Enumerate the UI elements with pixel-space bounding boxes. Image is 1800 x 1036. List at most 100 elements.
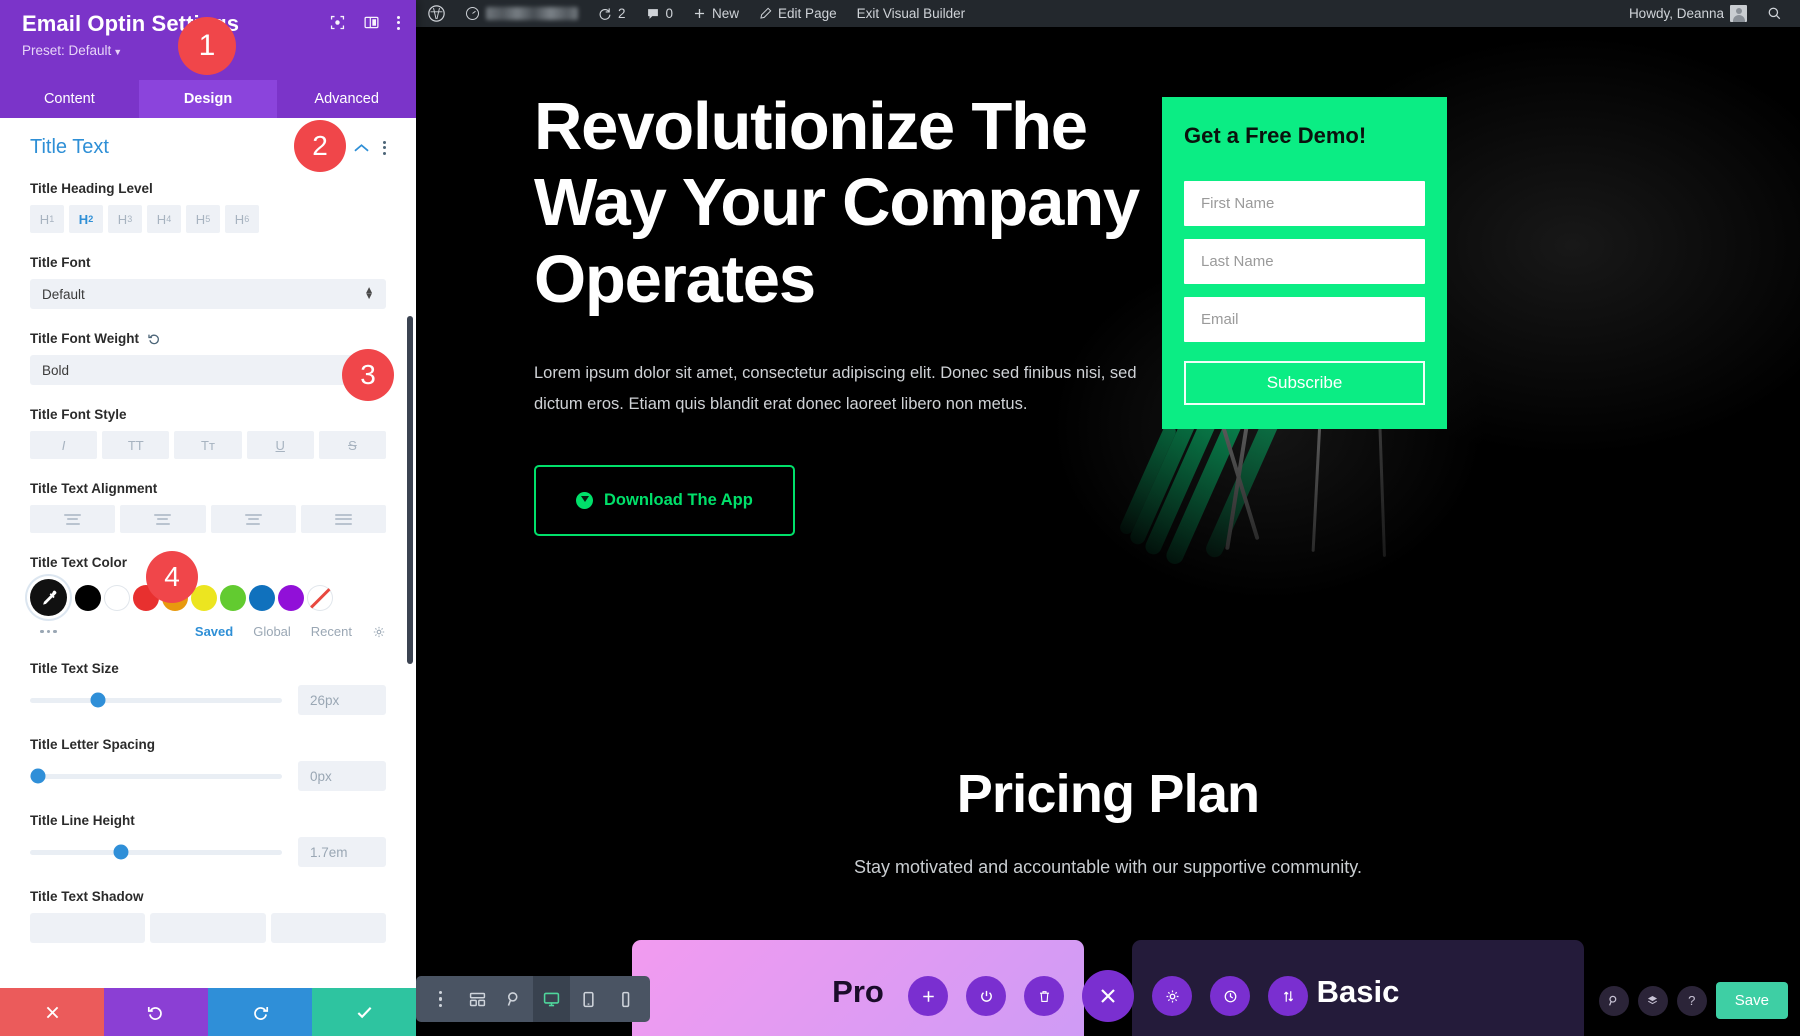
tab-content[interactable]: Content	[0, 80, 139, 118]
slider-thumb[interactable]	[30, 768, 46, 784]
toggle-power-button[interactable]	[966, 976, 1006, 1016]
save-page-button[interactable]: Save	[1715, 982, 1788, 1019]
undo-arrow-icon[interactable]	[148, 332, 161, 345]
builder-kebab-icon[interactable]	[422, 976, 459, 1022]
portability-button[interactable]	[1268, 976, 1308, 1016]
font-style-capitalize[interactable]: Tᴛ	[174, 431, 242, 459]
field-title-font-style: Title Font Style I TT Tᴛ U S	[30, 407, 387, 459]
heading-level-h6[interactable]: H6	[225, 205, 259, 233]
gear-icon[interactable]	[372, 625, 386, 639]
tab-advanced[interactable]: Advanced	[277, 80, 416, 118]
align-left-icon[interactable]	[30, 505, 116, 533]
color-swatch-row	[30, 579, 386, 616]
font-style-group: I TT Tᴛ U S	[30, 431, 387, 459]
redo-button[interactable]	[208, 988, 312, 1036]
layers-button[interactable]	[1637, 985, 1668, 1016]
font-style-uppercase[interactable]: TT	[102, 431, 170, 459]
align-center-icon[interactable]	[120, 505, 206, 533]
panel-scrollbar[interactable]	[407, 316, 413, 664]
delete-button[interactable]	[1024, 976, 1064, 1016]
download-app-button[interactable]: Download The App	[534, 465, 795, 537]
font-style-strikethrough[interactable]: S	[318, 431, 387, 459]
edit-page-item[interactable]: Edit Page	[749, 0, 847, 27]
settings-tabs: Content Design Advanced	[0, 80, 416, 118]
add-module-button[interactable]	[908, 976, 948, 1016]
field-label: Title Letter Spacing	[30, 737, 156, 752]
settings-panel-footer	[0, 988, 416, 1036]
focus-target-icon[interactable]	[329, 14, 346, 31]
line-height-value[interactable]: 1.7em	[298, 837, 386, 867]
site-name-item[interactable]	[455, 0, 588, 27]
zoom-view-icon[interactable]	[496, 976, 533, 1022]
align-right-icon[interactable]	[210, 505, 296, 533]
text-size-value[interactable]: 26px	[298, 685, 386, 715]
close-builder-button[interactable]	[1082, 970, 1134, 1022]
font-style-italic[interactable]: I	[30, 431, 98, 459]
settings-button[interactable]	[1152, 976, 1192, 1016]
site-name-label	[486, 7, 578, 20]
heading-level-h5[interactable]: H5	[186, 205, 220, 233]
swatch-transparent[interactable]	[307, 584, 333, 611]
comments-count: 0	[665, 6, 674, 21]
undo-button[interactable]	[104, 988, 208, 1036]
heading-level-h1[interactable]: H1	[30, 205, 64, 233]
title-font-select[interactable]: Default ▲ ▼	[30, 279, 386, 309]
save-button[interactable]	[312, 988, 416, 1036]
layout-columns-icon[interactable]	[363, 14, 380, 31]
comments-item[interactable]: 0	[636, 0, 684, 27]
help-button[interactable]: ?	[1676, 985, 1707, 1016]
phone-view-icon[interactable]	[607, 976, 644, 1022]
field-title-heading-level: Title Heading Level H1 H2 H3 H4 H5 H6	[30, 181, 386, 233]
exit-visual-builder-item[interactable]: Exit Visual Builder	[847, 0, 976, 27]
section-kebab-icon[interactable]	[383, 140, 386, 155]
palette-tab-saved[interactable]: Saved	[195, 624, 233, 639]
text-shadow-preset[interactable]	[30, 913, 146, 943]
font-style-underline[interactable]: U	[246, 431, 314, 459]
divi-center-tools	[908, 970, 1308, 1022]
swatch-purple[interactable]	[278, 584, 304, 611]
eyedropper-icon[interactable]	[30, 579, 67, 616]
last-name-input[interactable]	[1184, 239, 1425, 284]
tablet-view-icon[interactable]	[570, 976, 607, 1022]
swatch-white[interactable]	[104, 584, 130, 611]
text-size-slider[interactable]	[30, 692, 282, 708]
heading-level-h2[interactable]: H2	[69, 205, 103, 233]
swatch-black[interactable]	[75, 584, 101, 611]
text-shadow-preset[interactable]	[150, 913, 266, 943]
exit-builder-label: Exit Visual Builder	[856, 6, 966, 21]
swatch-green[interactable]	[220, 584, 246, 611]
search-icon[interactable]	[1757, 0, 1792, 27]
updates-item[interactable]: 2	[588, 0, 636, 27]
align-justify-icon[interactable]	[300, 505, 386, 533]
wireframe-view-icon[interactable]	[459, 976, 496, 1022]
letter-spacing-slider[interactable]	[30, 768, 282, 784]
subscribe-button[interactable]: Subscribe	[1184, 361, 1425, 405]
title-font-weight-select[interactable]: Bold	[30, 355, 386, 385]
field-label: Title Text Alignment	[30, 481, 158, 496]
chevron-up-icon[interactable]	[354, 143, 369, 153]
heading-level-h3[interactable]: H3	[108, 205, 142, 233]
swatch-blue[interactable]	[249, 584, 275, 611]
slider-thumb[interactable]	[113, 844, 129, 860]
slider-thumb[interactable]	[90, 692, 106, 708]
new-content-item[interactable]: New	[683, 0, 749, 27]
cancel-button[interactable]	[0, 988, 104, 1036]
desktop-view-icon[interactable]	[533, 976, 570, 1022]
heading-level-h4[interactable]: H4	[147, 205, 181, 233]
wordpress-logo-icon[interactable]	[416, 0, 455, 27]
email-input[interactable]	[1184, 297, 1425, 342]
letter-spacing-value[interactable]: 0px	[298, 761, 386, 791]
tab-design[interactable]: Design	[138, 80, 278, 118]
line-height-slider[interactable]	[30, 844, 282, 860]
history-button[interactable]	[1210, 976, 1250, 1016]
palette-tab-global[interactable]: Global	[253, 624, 291, 639]
email-optin-module[interactable]: Get a Free Demo! Subscribe	[1162, 97, 1447, 429]
search-button[interactable]	[1598, 985, 1629, 1016]
first-name-input[interactable]	[1184, 181, 1425, 226]
text-shadow-preset[interactable]	[270, 913, 386, 943]
more-colors-icon[interactable]	[30, 629, 57, 634]
howdy-account-item[interactable]: Howdy, Deanna	[1617, 0, 1757, 27]
panel-kebab-icon[interactable]	[397, 15, 400, 30]
field-title-text-color: Title Text Color Saved Global Recent	[30, 555, 386, 639]
palette-tab-recent[interactable]: Recent	[311, 624, 352, 639]
